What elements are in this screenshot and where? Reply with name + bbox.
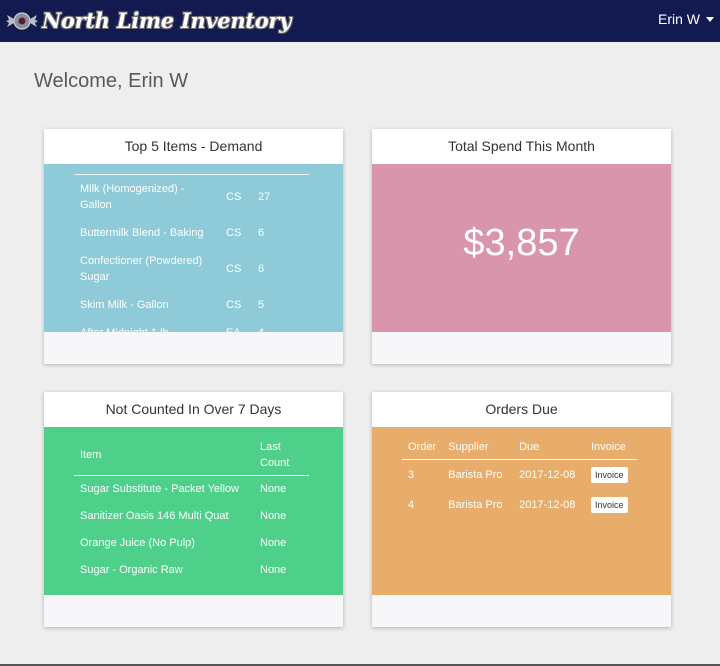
order-number: 4 bbox=[408, 499, 415, 511]
card-footer bbox=[44, 332, 343, 364]
column-header-last-count: Last Count bbox=[254, 435, 309, 476]
user-menu[interactable]: Erin W bbox=[658, 8, 714, 30]
item-unit: CS bbox=[226, 227, 242, 239]
chevron-down-icon bbox=[706, 17, 714, 22]
card-title: Not Counted In Over 7 Days bbox=[44, 392, 343, 427]
spend-value: $3,857 bbox=[463, 222, 580, 264]
card-title: Top 5 Items - Demand bbox=[44, 129, 343, 164]
table-header-row: Item Last Count bbox=[74, 435, 309, 476]
table-header-row: Order Supplier Due Invoice bbox=[402, 435, 637, 460]
item-quantity: 6 bbox=[258, 263, 265, 275]
card-body: Milk (Homogenized) - Gallon CS 27 Buttermil… bbox=[44, 164, 343, 332]
order-number: 3 bbox=[408, 469, 415, 481]
last-count: None bbox=[260, 537, 287, 549]
column-header-supplier: Supplier bbox=[442, 435, 514, 460]
user-name: Erin W bbox=[658, 11, 700, 27]
column-header-order: Order bbox=[402, 435, 443, 460]
card-footer bbox=[44, 595, 343, 627]
column-header-invoice: Invoice bbox=[585, 435, 637, 460]
item-quantity: 27 bbox=[258, 191, 271, 203]
page-title: Welcome, Erin W bbox=[34, 70, 189, 92]
item-unit: CS bbox=[226, 299, 242, 311]
last-count: None bbox=[260, 483, 287, 495]
spend-card: Total Spend This Month $3,857 bbox=[372, 129, 671, 364]
table-row: Buttermilk Blend - Baking CS 6 bbox=[74, 219, 309, 247]
item-name: Sanitizer Oasis 146 Multi Quat bbox=[80, 510, 229, 522]
item-name: After Midnight 1 lb bbox=[74, 319, 220, 332]
brand-title[interactable]: North Lime Inventory bbox=[42, 5, 291, 37]
item-name: Sugar - Organic Raw bbox=[80, 564, 183, 576]
table-row: Sanitizer Oasis 146 Multi Quat None bbox=[74, 503, 309, 530]
invoice-button[interactable]: Invoice bbox=[591, 467, 628, 483]
last-count: None bbox=[260, 564, 287, 576]
item-name: Buttermilk Blend - Baking bbox=[80, 227, 204, 239]
column-header-item: Item bbox=[74, 435, 254, 476]
item-name: Orange Juice (No Pulp) bbox=[80, 537, 195, 549]
table-row: 4 Barista Pro 2017-12-08 Invoice bbox=[402, 490, 637, 520]
card-body: $3,857 bbox=[372, 164, 671, 332]
invoice-cell: Invoice bbox=[585, 490, 637, 520]
wings-icon[interactable] bbox=[6, 5, 38, 37]
table-row: 3 Barista Pro 2017-12-08 Invoice bbox=[402, 460, 637, 491]
table-row: After Midnight 1 lbEA4 bbox=[74, 319, 309, 332]
not-counted-table: Item Last Count Sugar Substitute - Packe… bbox=[74, 435, 309, 584]
supplier-name: Barista Pro bbox=[448, 469, 503, 481]
item-name: Milk (Homogenized) - Gallon bbox=[80, 183, 185, 211]
card-footer bbox=[372, 595, 671, 627]
due-date: 2017-12-08 bbox=[519, 499, 576, 511]
table-row: Skim Milk - Gallon CS 5 bbox=[74, 291, 309, 319]
last-count: None bbox=[260, 510, 287, 522]
card-title: Total Spend This Month bbox=[372, 129, 671, 164]
item-name: Skim Milk - Gallon bbox=[80, 299, 169, 311]
top-navbar: North Lime Inventory Erin W bbox=[0, 0, 720, 42]
table-row: Orange Juice (No Pulp) None bbox=[74, 530, 309, 557]
orders-table: Order Supplier Due Invoice 3 Barista Pro 2… bbox=[402, 435, 637, 520]
not-counted-card: Not Counted In Over 7 Days Item Last Cou… bbox=[44, 392, 343, 627]
item-unit: EA bbox=[220, 319, 252, 332]
supplier-name: Barista Pro bbox=[448, 499, 503, 511]
demand-table: Milk (Homogenized) - Gallon CS 27 Buttermil… bbox=[74, 174, 309, 332]
demand-card: Top 5 Items - Demand Milk (Homogenized) … bbox=[44, 129, 343, 364]
table-row: Sugar - Organic Raw None bbox=[74, 557, 309, 584]
item-unit: CS bbox=[226, 191, 242, 203]
card-body: Item Last Count Sugar Substitute - Packe… bbox=[44, 427, 343, 595]
item-name: Confectioner (Powdered) Sugar bbox=[80, 255, 203, 283]
item-name: Sugar Substitute - Packet Yellow bbox=[80, 483, 239, 495]
item-quantity: 6 bbox=[258, 227, 265, 239]
invoice-cell: Invoice bbox=[585, 460, 637, 491]
table-row: Milk (Homogenized) - Gallon CS 27 bbox=[74, 175, 309, 220]
table-row: Confectioner (Powdered) Sugar CS 6 bbox=[74, 247, 309, 291]
card-footer bbox=[372, 332, 671, 364]
item-quantity: 5 bbox=[258, 299, 265, 311]
column-header-due: Due bbox=[513, 435, 585, 460]
item-quantity: 4 bbox=[252, 319, 309, 332]
table-row: Sugar Substitute - Packet Yellow None bbox=[74, 476, 309, 504]
invoice-button[interactable]: Invoice bbox=[591, 497, 628, 513]
item-unit: CS bbox=[226, 263, 242, 275]
due-date: 2017-12-08 bbox=[519, 469, 576, 481]
orders-card: Orders Due Order Supplier Due Invoice 3 B… bbox=[372, 392, 671, 627]
card-title: Orders Due bbox=[372, 392, 671, 427]
card-body: Order Supplier Due Invoice 3 Barista Pro 2… bbox=[372, 427, 671, 595]
